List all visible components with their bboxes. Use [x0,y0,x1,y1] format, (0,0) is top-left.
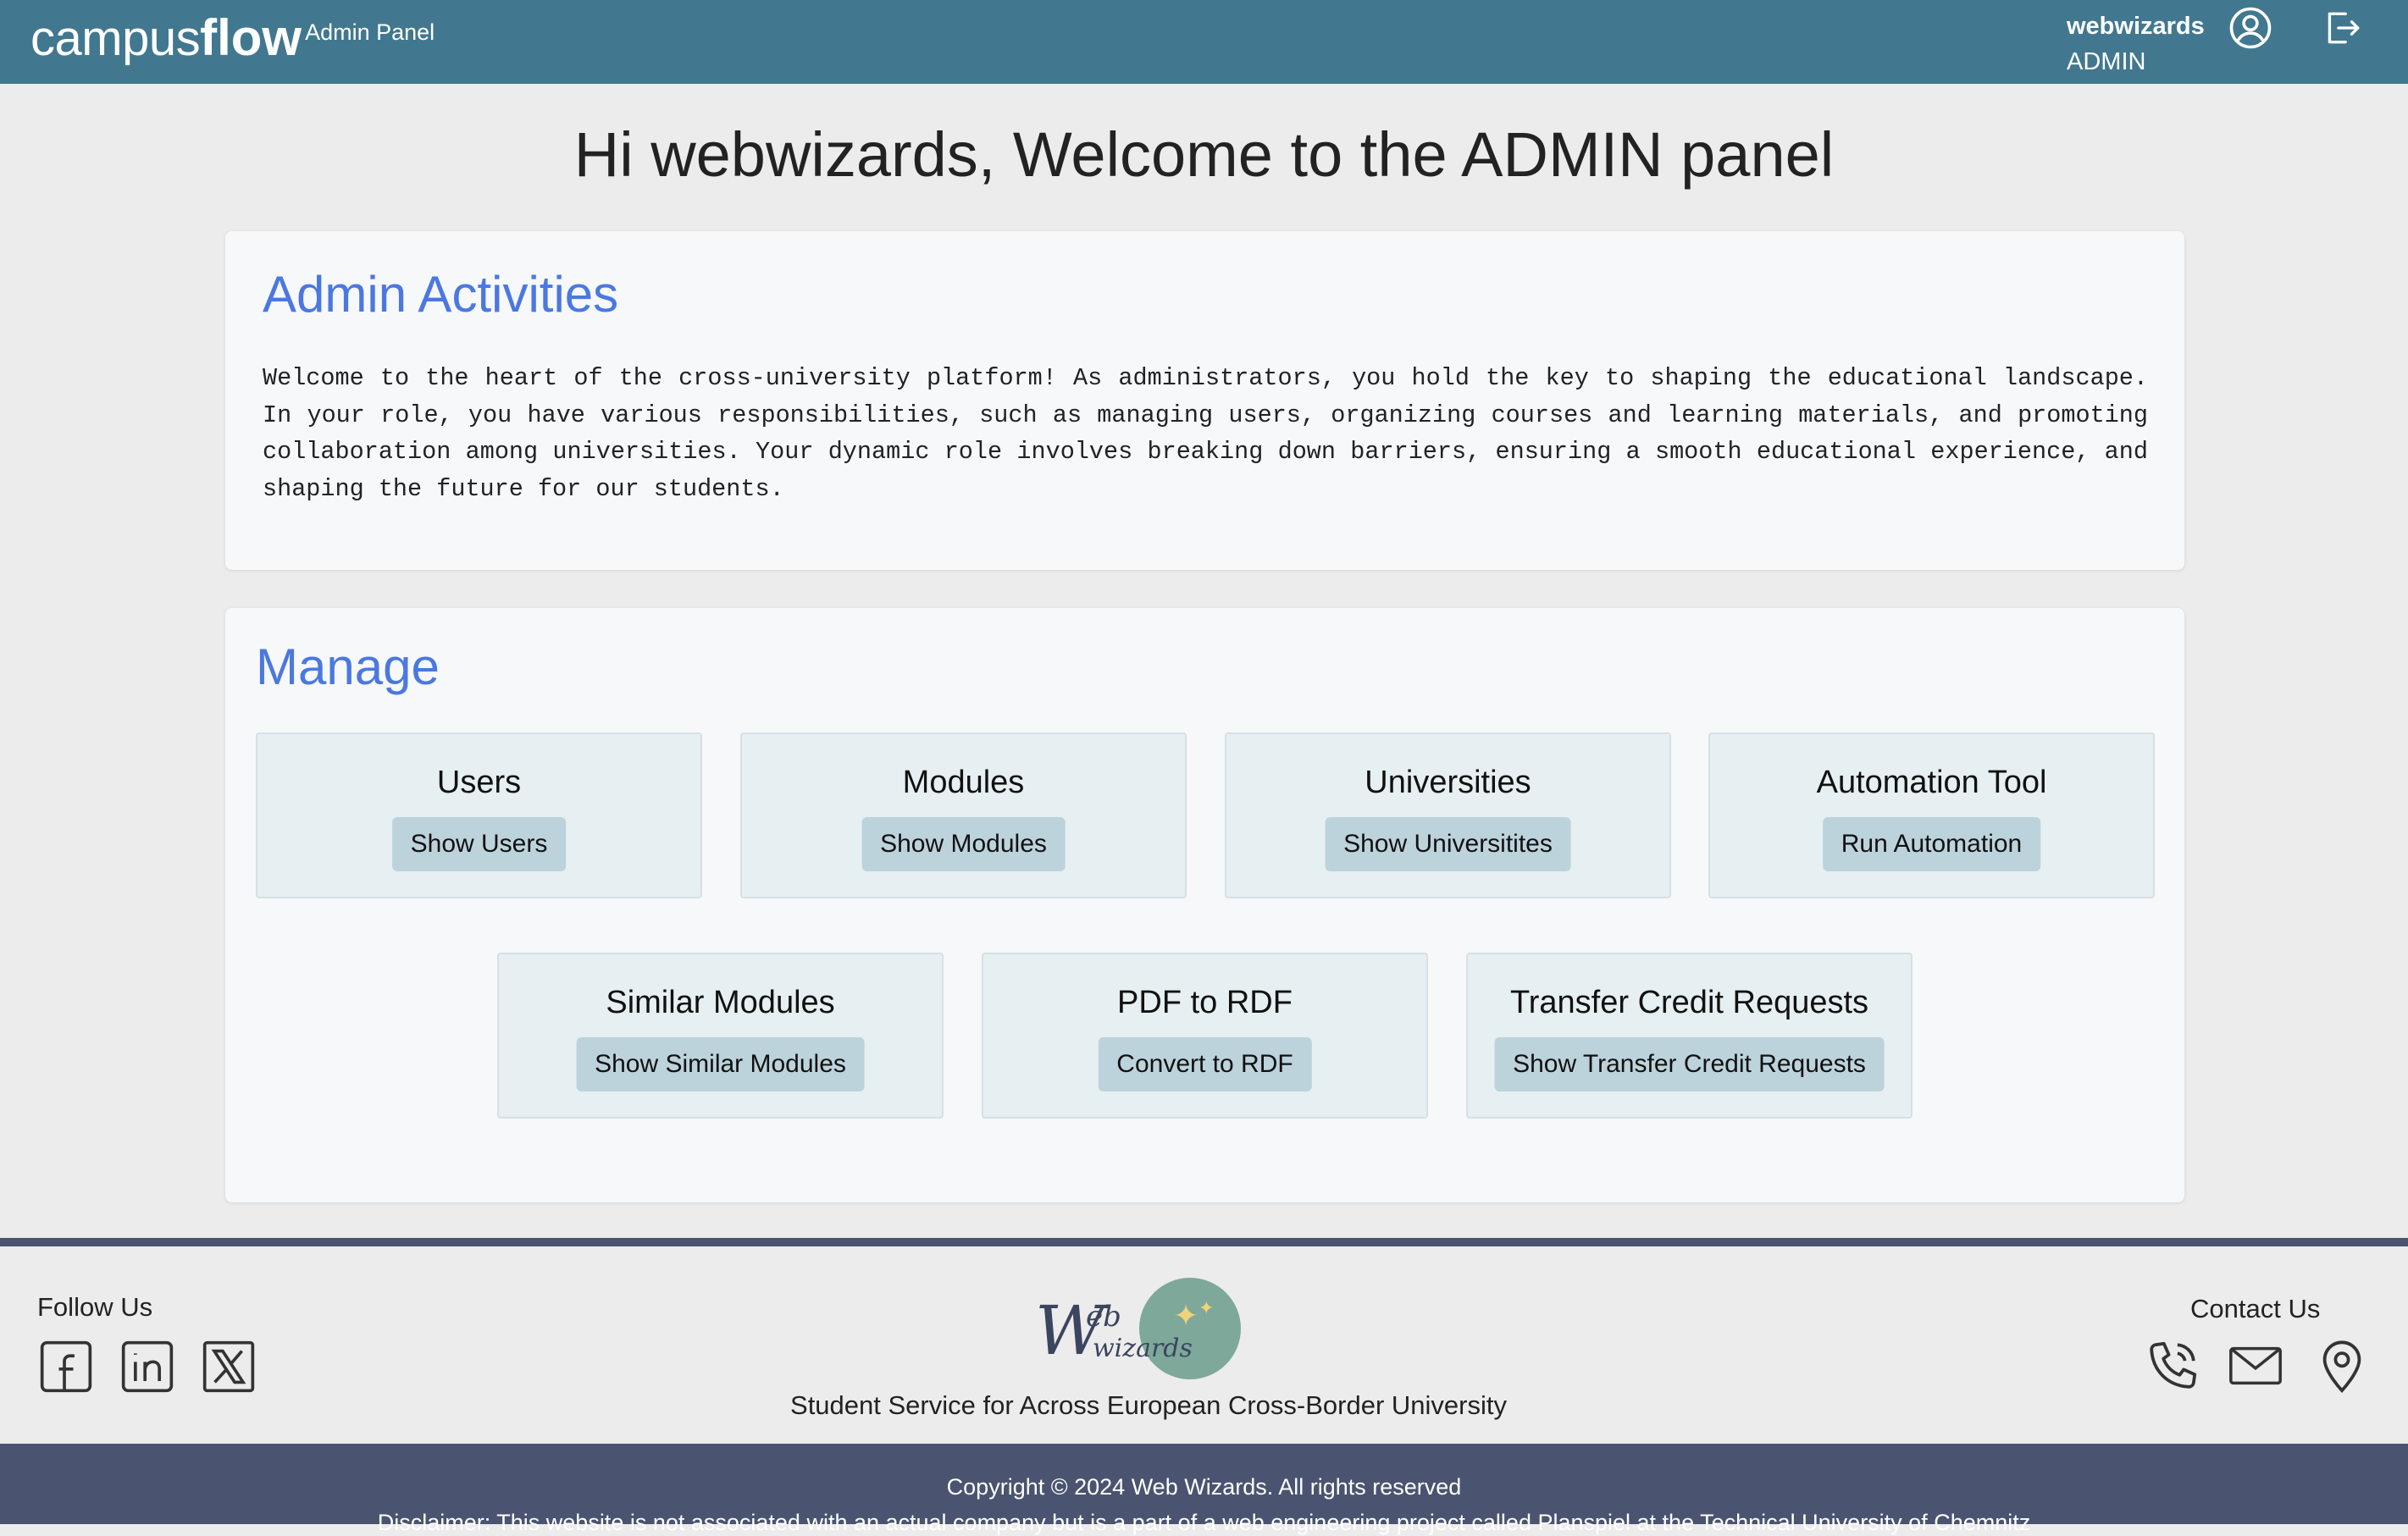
user-circle-icon[interactable] [2228,5,2273,51]
tile-pdf-to-rdf: PDF to RDF Convert to RDF [982,953,1428,1119]
username-label: webwizards [2067,13,2205,40]
show-modules-button[interactable]: Show Modules [861,817,1066,871]
brand-subtitle: Admin Panel [305,19,435,45]
user-role-label: ADMIN [2067,48,2146,75]
svg-text:✦: ✦ [1173,1299,1198,1334]
footer-tagline: Student Service for Across European Cros… [790,1390,1507,1420]
tile-title: Universities [1365,765,1531,800]
tile-automation-tool: Automation Tool Run Automation [1708,732,2155,898]
admin-activities-title: Admin Activities [263,266,619,323]
tile-universities: Universities Show Universitites [1225,732,1671,898]
show-users-button[interactable]: Show Users [391,817,567,871]
svg-text:wizards: wizards [1093,1334,1193,1363]
brand-prefix: campus [30,11,201,66]
tile-users: Users Show Users [256,732,702,898]
run-automation-button[interactable]: Run Automation [1822,817,2041,871]
follow-us-label: Follow Us [37,1292,153,1322]
mail-icon[interactable] [2226,1336,2285,1395]
user-info: webwizards ADMIN [2067,8,2205,80]
location-pin-icon[interactable] [2312,1336,2372,1395]
convert-to-rdf-button[interactable]: Convert to RDF [1098,1037,1312,1091]
copyright-bar: Copyright © 2024 Web Wizards. All rights… [0,1444,2408,1535]
logout-icon[interactable] [2321,7,2363,49]
footer: Follow Us W eb wizards ✦ ✦ Student Servi… [0,1246,2408,1444]
facebook-icon[interactable] [37,1338,95,1395]
tile-title: Similar Modules [606,985,835,1020]
show-similar-modules-button[interactable]: Show Similar Modules [576,1037,865,1091]
admin-activities-card: Admin Activities Welcome to the heart of… [225,231,2184,570]
tile-similar-modules: Similar Modules Show Similar Modules [497,953,944,1119]
linkedin-icon[interactable] [119,1338,176,1395]
tile-title: PDF to RDF [1117,985,1293,1020]
top-navbar: campus flow Admin Panel webwizards ADMIN [0,0,2408,84]
web-wizards-logo: W eb wizards ✦ ✦ [1035,1278,1241,1379]
phone-icon[interactable] [2143,1336,2202,1395]
show-transfer-credit-requests-button[interactable]: Show Transfer Credit Requests [1494,1037,1885,1091]
contact-us-label: Contact Us [2190,1294,2321,1323]
admin-activities-description: Welcome to the heart of the cross-univer… [263,364,2148,503]
tile-title: Automation Tool [1816,765,2047,800]
x-icon[interactable] [200,1338,257,1395]
disclaimer-text: Disclaimer: This website is not associat… [377,1510,2031,1535]
copyright-text: Copyright © 2024 Web Wizards. All rights… [946,1474,1462,1500]
brand-logo[interactable]: campus flow Admin Panel [30,8,435,67]
tile-transfer-credit-requests: Transfer Credit Requests Show Transfer C… [1466,953,1913,1119]
brand-suffix: flow [200,9,302,66]
svg-text:eb: eb [1086,1300,1121,1334]
welcome-heading: Hi webwizards, Welcome to the ADMIN pane… [573,119,1835,190]
manage-title: Manage [256,638,440,695]
footer-divider [0,1238,2408,1246]
tile-title: Transfer Credit Requests [1509,985,1869,1020]
tile-title: Users [436,765,522,800]
tile-modules: Modules Show Modules [740,732,1187,898]
show-universities-button[interactable]: Show Universitites [1325,817,1571,871]
manage-card: Manage Users Show Users Modules Show Mod… [225,608,2184,1202]
tile-title: Modules [902,765,1025,800]
svg-text:✦: ✦ [1198,1298,1214,1319]
